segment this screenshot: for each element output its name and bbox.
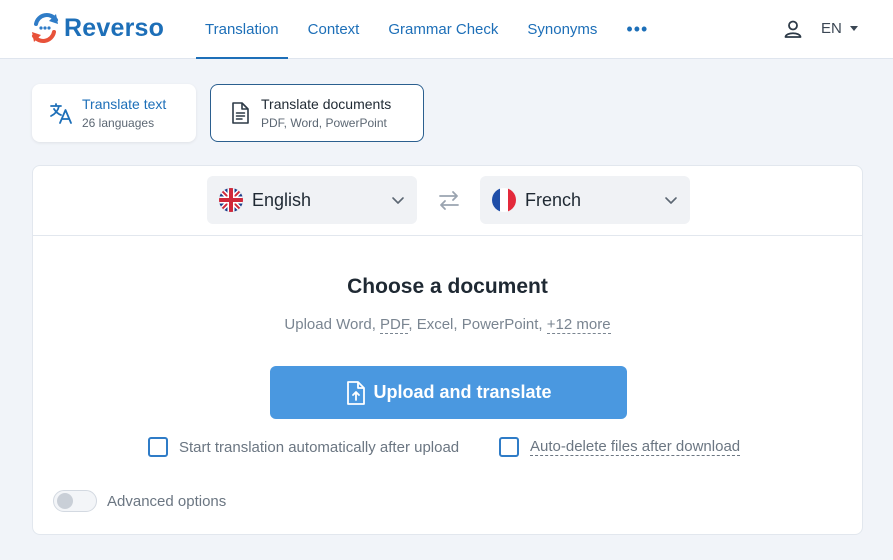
advanced-options-row: Advanced options <box>53 490 226 512</box>
language-bar: English French <box>33 166 862 236</box>
nav-grammar-check[interactable]: Grammar Check <box>388 0 498 59</box>
upload-button-label: Upload and translate <box>373 382 552 402</box>
france-flag-icon <box>492 188 516 212</box>
nav-context[interactable]: Context <box>308 0 360 59</box>
pdf-format-link[interactable]: PDF <box>380 316 409 334</box>
auto-delete-option: Auto-delete files after download <box>499 437 741 457</box>
top-header: Reverso Translation Context Grammar Chec… <box>0 0 893 59</box>
source-language-select[interactable]: English <box>207 176 417 224</box>
auto-start-option: Start translation automatically after up… <box>148 437 459 457</box>
ui-language-label: EN <box>821 20 842 37</box>
translate-icon <box>50 103 72 124</box>
auto-start-label[interactable]: Start translation automatically after up… <box>179 439 459 456</box>
advanced-options-toggle[interactable] <box>53 490 97 512</box>
chevron-down-icon <box>849 26 858 31</box>
reverso-logo[interactable]: Reverso <box>30 12 164 44</box>
auto-delete-checkbox[interactable] <box>499 437 519 457</box>
file-upload-icon <box>347 380 366 405</box>
target-language-name: French <box>525 189 582 210</box>
user-account-icon[interactable] <box>783 19 803 39</box>
chevron-down-icon <box>392 197 404 204</box>
translate-documents-title: Translate documents <box>261 96 392 112</box>
chevron-down-icon <box>665 197 677 204</box>
upload-and-translate-button[interactable]: Upload and translate <box>270 366 627 419</box>
hint-middle: , Excel, PowerPoint, <box>408 316 547 333</box>
auto-start-checkbox[interactable] <box>148 437 168 457</box>
more-formats-link[interactable]: +12 more <box>546 316 611 334</box>
translate-documents-subtitle: PDF, Word, PowerPoint <box>261 116 387 130</box>
translate-text-title: Translate text <box>82 96 167 112</box>
target-language-select[interactable]: French <box>480 176 690 224</box>
choose-document-title: Choose a document <box>347 275 548 298</box>
translate-text-tab[interactable]: Translate text 26 languages <box>32 84 196 142</box>
nav-synonyms[interactable]: Synonyms <box>527 0 597 59</box>
document-translation-card: English French Choose a document Upload … <box>32 165 863 535</box>
hint-prefix: Upload Word, <box>284 316 381 333</box>
source-language-name: English <box>252 189 312 210</box>
toggle-knob <box>57 493 73 509</box>
nav-translation[interactable]: Translation <box>196 0 288 59</box>
supported-formats-hint: Upload Word, PDF, Excel, PowerPoint, +12… <box>33 316 862 334</box>
reverso-logo-icon <box>32 13 58 43</box>
ui-language-selector[interactable]: EN <box>821 20 858 37</box>
swap-languages-icon[interactable] <box>436 187 462 213</box>
auto-delete-label[interactable]: Auto-delete files after download <box>530 438 741 456</box>
translate-text-subtitle: 26 languages <box>82 116 155 130</box>
main-nav: Translation Context Grammar Check Synony… <box>196 0 677 59</box>
document-icon <box>232 102 249 124</box>
translate-documents-tab[interactable]: Translate documents PDF, Word, PowerPoin… <box>210 84 424 142</box>
brand-name: Reverso <box>64 13 165 42</box>
uk-flag-icon <box>219 188 243 212</box>
nav-more-menu[interactable]: ••• <box>626 0 648 59</box>
advanced-options-label[interactable]: Advanced options <box>107 493 226 510</box>
